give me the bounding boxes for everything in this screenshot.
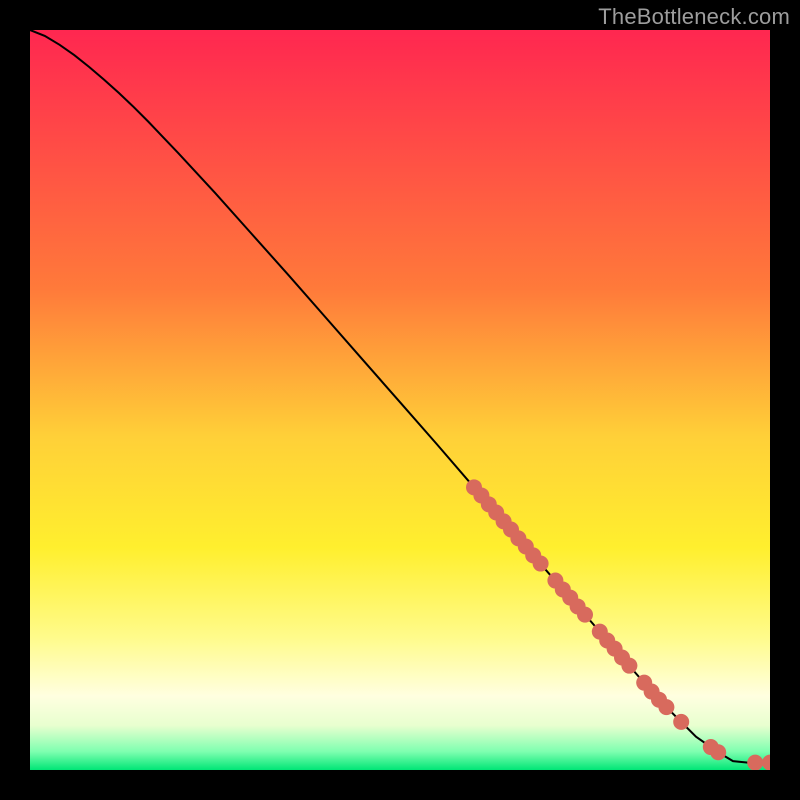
plot-area: [30, 30, 770, 770]
data-point: [673, 714, 689, 730]
data-point: [747, 755, 763, 770]
data-point: [621, 658, 637, 674]
gradient-background: [30, 30, 770, 770]
bottleneck-chart: [30, 30, 770, 770]
attribution-label: TheBottleneck.com: [598, 4, 790, 30]
data-point: [533, 556, 549, 572]
chart-frame: TheBottleneck.com: [0, 0, 800, 800]
data-point: [658, 699, 674, 715]
data-point: [577, 607, 593, 623]
data-point: [710, 744, 726, 760]
